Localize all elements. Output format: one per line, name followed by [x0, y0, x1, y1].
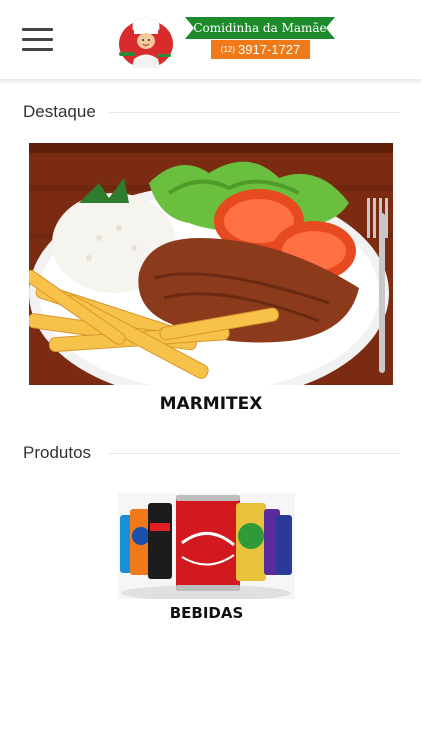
- brand-name-ribbon: Comidinha da Mamãe: [185, 17, 335, 39]
- phone-area-code: (12): [220, 45, 236, 54]
- hamburger-menu-icon[interactable]: [22, 28, 53, 52]
- brand-name: Comidinha da Mamãe: [193, 21, 327, 35]
- phone-badge[interactable]: (12) 3917-1727: [211, 40, 310, 59]
- section-divider: [109, 453, 399, 454]
- section-divider: [109, 112, 399, 113]
- bebidas-image[interactable]: [118, 493, 295, 599]
- phone-number: 3917-1727: [238, 42, 301, 57]
- marmitex-image[interactable]: [29, 143, 393, 385]
- app-header: Comidinha da Mamãe (12) 3917-1727: [0, 0, 422, 79]
- products-section-title: Produtos: [23, 443, 92, 462]
- chef-mascot-logo[interactable]: [117, 14, 175, 68]
- featured-section-title: Destaque: [23, 102, 96, 121]
- bebidas-label[interactable]: BEBIDAS: [118, 604, 295, 622]
- marmitex-label[interactable]: MARMITEX: [29, 394, 393, 414]
